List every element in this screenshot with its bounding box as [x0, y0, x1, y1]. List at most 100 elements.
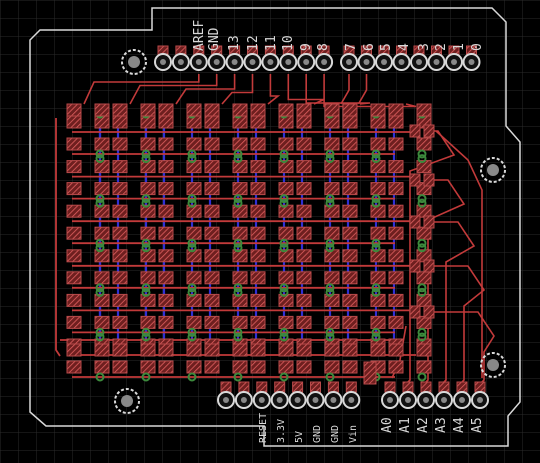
pin-label-5v: 5V	[294, 431, 305, 443]
pin-label-a3: A3	[434, 417, 449, 433]
smd-pad	[66, 271, 82, 285]
smd-pad	[388, 315, 404, 329]
pin-hole	[398, 59, 405, 65]
pin-hole	[294, 397, 301, 403]
pin-label-0: 0	[470, 43, 485, 51]
header-pin-pad	[456, 381, 468, 393]
smd-pad	[388, 226, 404, 240]
pin-label-a5: A5	[470, 417, 485, 433]
smd-pad	[416, 360, 432, 374]
smd-pad	[250, 315, 266, 329]
smd-pad	[388, 160, 404, 174]
smd-pad	[158, 315, 174, 329]
smd-pad	[324, 182, 340, 196]
smd-pad	[296, 137, 312, 151]
smd-pad	[66, 160, 82, 174]
smd-pad	[342, 249, 358, 263]
pin-hole	[451, 59, 457, 65]
pin-label-11: 11	[264, 35, 279, 51]
smd-pad	[204, 115, 220, 129]
smd-pad	[66, 137, 82, 151]
smd-pad	[158, 204, 174, 218]
smd-pad	[112, 271, 128, 285]
smd-pad	[416, 137, 432, 151]
smd-pad	[342, 182, 358, 196]
header-pin-pad	[420, 381, 432, 393]
pin-hole	[348, 397, 355, 403]
smd-pad	[66, 343, 82, 357]
smd-pad	[232, 226, 248, 240]
header-pin-pad	[256, 381, 268, 393]
pin-hole	[223, 397, 229, 403]
pin-label-13: 13	[227, 35, 242, 51]
smd-pad	[250, 226, 266, 240]
smd-pad	[186, 182, 202, 196]
smd-pad	[158, 293, 174, 307]
smd-pad	[204, 249, 220, 263]
smd-pad	[204, 360, 220, 374]
pin-label-4: 4	[397, 43, 412, 51]
smd-pad	[204, 315, 220, 329]
pin-hole	[321, 59, 328, 65]
smd-pad	[158, 115, 174, 129]
smd-pad	[388, 271, 404, 285]
resistor-pad	[409, 259, 421, 273]
pin-label-6: 6	[362, 43, 377, 51]
smd-pad	[296, 249, 312, 263]
pin-hole	[346, 59, 352, 65]
smd-pad	[342, 204, 358, 218]
pin-label-8: 8	[316, 43, 331, 51]
pin-hole	[267, 59, 274, 65]
smd-pad	[112, 293, 128, 307]
smd-pad	[112, 160, 128, 174]
pin-hole	[303, 59, 310, 65]
pin-hole	[416, 59, 422, 65]
smd-pad	[324, 315, 340, 329]
smd-pad	[232, 343, 248, 357]
smd-pad	[112, 137, 128, 151]
smd-pad	[66, 360, 82, 374]
smd-pad	[112, 315, 128, 329]
smd-pad	[94, 360, 110, 374]
smd-pad	[204, 103, 220, 117]
pin-label-3v3: 3.3V	[276, 419, 287, 443]
smd-pad	[250, 204, 266, 218]
smd-pad	[186, 271, 202, 285]
smd-pad	[112, 226, 128, 240]
smd-pad	[250, 182, 266, 196]
pin-label-3: 3	[417, 43, 432, 51]
smd-pad	[250, 137, 266, 151]
smd-pad	[416, 226, 432, 240]
smd-pad	[342, 115, 358, 129]
smd-pad	[388, 137, 404, 151]
smd-pad	[158, 160, 174, 174]
smd-pad	[342, 137, 358, 151]
smd-pad	[416, 103, 432, 117]
smd-pad	[250, 103, 266, 117]
smd-pad	[342, 293, 358, 307]
smd-pad	[250, 160, 266, 174]
smd-pad	[296, 204, 312, 218]
smd-pad	[66, 226, 82, 240]
pcb-board-layout: AREF GND 13 12 11 10 9 8 7 6 5 4 3 2 1 0…	[0, 0, 540, 463]
smd-pad	[296, 115, 312, 129]
smd-pad	[370, 343, 386, 357]
header-pin-pad	[292, 381, 304, 393]
smd-pad	[186, 226, 202, 240]
pin-hole	[423, 397, 429, 403]
pin-hole	[249, 59, 256, 65]
smd-pad	[232, 103, 248, 117]
smd-pad	[66, 182, 82, 196]
smd-pad	[388, 293, 404, 307]
pin-hole	[231, 59, 238, 65]
smd-pad	[186, 343, 202, 357]
pin-hole	[258, 397, 265, 403]
smd-pad	[204, 204, 220, 218]
pin-hole	[177, 59, 184, 65]
pin-label-10: 10	[281, 35, 296, 51]
pin-hole	[285, 59, 292, 65]
pin-hole	[160, 59, 166, 65]
pin-label-5: 5	[379, 43, 394, 51]
smd-pad	[342, 226, 358, 240]
smd-pad	[94, 271, 110, 285]
